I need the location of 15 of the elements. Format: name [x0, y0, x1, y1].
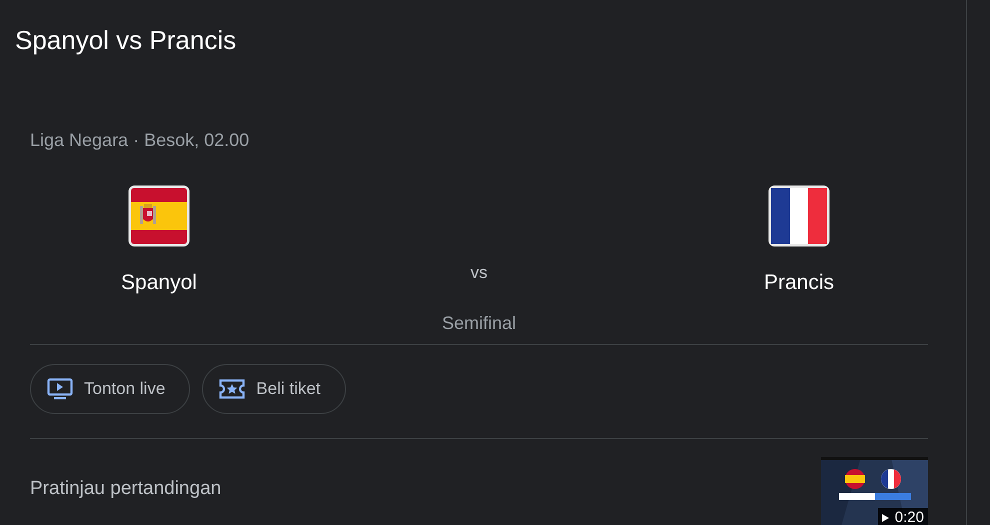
- action-button[interactable]: Beli tiket: [202, 364, 346, 414]
- video-duration: 0:20: [894, 509, 924, 525]
- spain-flag-icon: [127, 184, 191, 248]
- action-button[interactable]: Tonton live: [30, 364, 190, 414]
- match-info: Liga Negara · Besok, 02.00: [30, 129, 250, 152]
- ticket-icon: [219, 379, 246, 399]
- france-flag-icon: [767, 184, 831, 248]
- section-heading: Pratinjau pertandingan: [30, 478, 222, 500]
- page-title: Spanyol vs Prancis: [15, 24, 236, 56]
- versus-label: vs: [470, 263, 488, 283]
- play-icon: [882, 514, 889, 522]
- team-name: Spanyol: [121, 271, 197, 295]
- match-stage: Semifinal: [442, 313, 516, 334]
- tv-play-icon: [47, 378, 73, 400]
- team-name: Prancis: [764, 271, 834, 295]
